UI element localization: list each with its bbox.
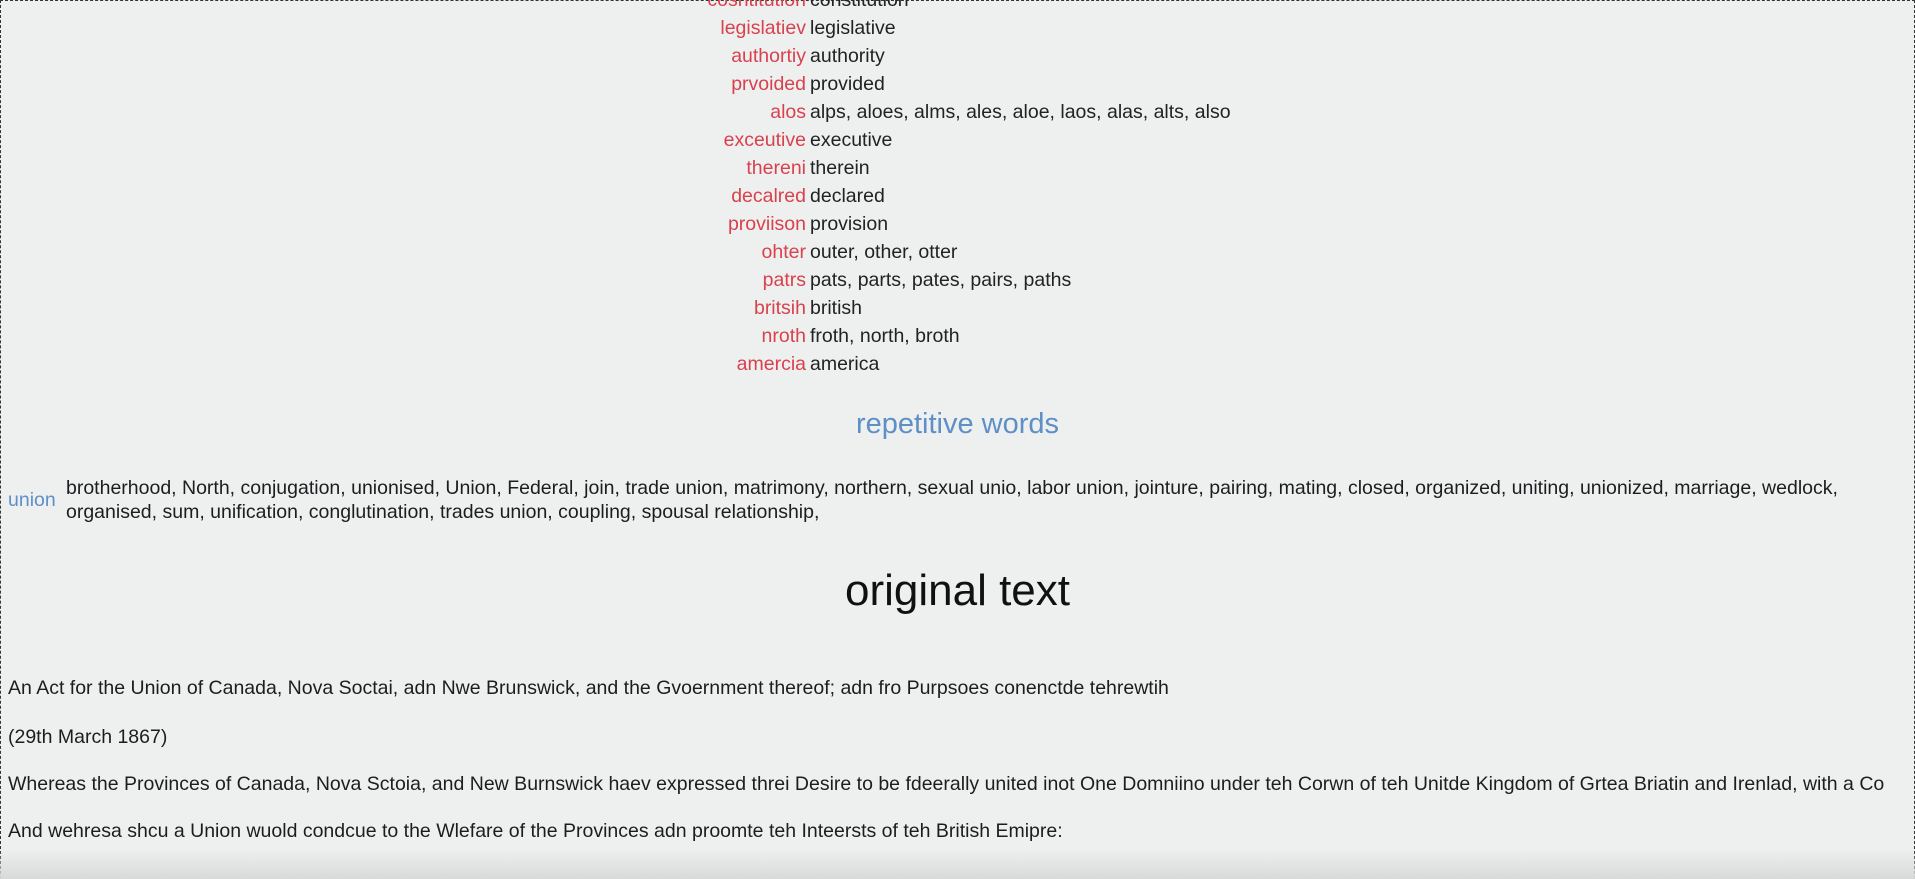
correction-row: proviison provision bbox=[0, 210, 1915, 238]
original-paragraph: And wehresa shcu a Union wuold condcue t… bbox=[8, 820, 1063, 842]
correction-row: nroth froth, north, broth bbox=[0, 322, 1915, 350]
scrollbar[interactable] bbox=[1907, 0, 1915, 879]
suggestions: authority bbox=[810, 45, 885, 67]
misspelled-word: authortiy bbox=[731, 45, 806, 67]
suggestions: pats, parts, pates, pairs, paths bbox=[810, 269, 1072, 291]
original-paragraph: Whereas the Provinces of Canada, Nova Sc… bbox=[8, 773, 1885, 795]
misspelled-word: proviison bbox=[727, 213, 806, 235]
suggestions: alps, aloes, alms, ales, aloe, laos, ala… bbox=[810, 101, 1231, 123]
correction-row: legislatiev legislative bbox=[0, 14, 1915, 42]
correction-row: authortiy authority bbox=[0, 42, 1915, 70]
suggestions: provision bbox=[810, 213, 889, 235]
misspelled-word: prvoided bbox=[731, 73, 806, 95]
original-text-heading: original text bbox=[844, 566, 1070, 615]
suggestions: declared bbox=[810, 185, 885, 207]
suggestions: therein bbox=[810, 157, 870, 179]
synonym-list: brotherhood, North, conjugation, unionis… bbox=[66, 477, 1838, 523]
misspelled-word: amercia bbox=[736, 353, 806, 375]
suggestions: british bbox=[810, 297, 863, 319]
correction-row: patrs pats, parts, pates, pairs, paths bbox=[0, 266, 1915, 294]
misspelled-word: alos bbox=[770, 101, 806, 123]
correction-row: decalred declared bbox=[0, 182, 1915, 210]
correction-row: britsih british bbox=[0, 294, 1915, 322]
misspelled-word: nroth bbox=[761, 325, 806, 347]
correction-row: cosntitution constitution bbox=[0, 0, 1915, 14]
misspelled-word: britsih bbox=[753, 297, 806, 319]
suggestions: outer, other, otter bbox=[810, 241, 958, 263]
original-paragraph: (29th March 1867) bbox=[8, 726, 168, 748]
repetitive-word-entry: union brotherhood, North, conjugation, u… bbox=[8, 476, 1875, 524]
misspelled-word: ohter bbox=[761, 241, 806, 263]
misspelled-word: exceutive bbox=[723, 129, 806, 151]
suggestions: froth, north, broth bbox=[810, 325, 960, 347]
suggestions: legislative bbox=[810, 17, 896, 39]
misspelled-word: cosntitution bbox=[707, 0, 806, 11]
suggestions: constitution bbox=[810, 0, 909, 11]
misspelled-word: thereni bbox=[746, 157, 806, 179]
suggestions: provided bbox=[810, 73, 885, 95]
spelling-corrections-list: cosntitution constitution legislatiev legis… bbox=[0, 0, 1915, 378]
correction-row: thereni therein bbox=[0, 154, 1915, 182]
original-paragraph: An Act for the Union of Canada, Nova Soc… bbox=[8, 677, 1169, 699]
misspelled-word: legislatiev bbox=[720, 17, 806, 39]
repetitive-words-heading: repetitive words bbox=[855, 408, 1060, 440]
correction-row: prvoided provided bbox=[0, 70, 1915, 98]
correction-row: exceutive executive bbox=[0, 126, 1915, 154]
correction-row: amercia america bbox=[0, 350, 1915, 378]
misspelled-word: patrs bbox=[762, 269, 806, 291]
misspelled-word: decalred bbox=[731, 185, 806, 207]
repeated-word: union bbox=[8, 489, 56, 511]
correction-row: alos alps, aloes, alms, ales, aloe, laos,… bbox=[0, 98, 1915, 126]
suggestions: america bbox=[810, 353, 880, 375]
correction-row: ohter outer, other, otter bbox=[0, 238, 1915, 266]
suggestions: executive bbox=[810, 129, 893, 151]
